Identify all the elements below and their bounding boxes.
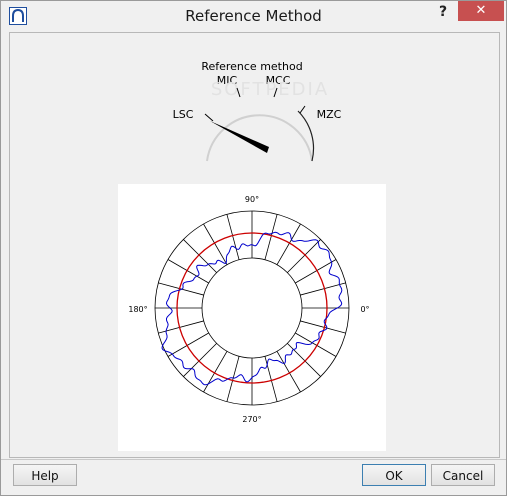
title-bar: Reference Method ? ✕: [1, 1, 506, 32]
angle-label-270: 270°: [242, 415, 261, 424]
ok-button[interactable]: OK: [362, 464, 426, 486]
radial-line: [276, 223, 301, 265]
inner-ring: [201, 257, 303, 359]
radial-line: [203, 223, 228, 265]
polar-plot-panel: 90° 180° 0° 270°: [118, 184, 386, 451]
radial-line: [203, 351, 228, 393]
radial-line: [167, 259, 209, 284]
dial-tick-mzc: [299, 105, 306, 114]
radial-lines: [155, 211, 349, 405]
dial-title: Reference method: [201, 60, 302, 73]
dial-label-mzc[interactable]: MZC: [317, 108, 342, 121]
dial-tick-lsc: [204, 113, 214, 122]
context-help-button[interactable]: ?: [435, 4, 451, 24]
reference-method-dialog: Reference Method ? ✕ Reference method MI…: [0, 0, 507, 496]
window-title: Reference Method: [185, 7, 322, 25]
radial-line: [167, 332, 209, 357]
dial-label-lsc[interactable]: LSC: [173, 108, 194, 121]
dialog-content: Reference method MIC MCC LSC MZC SOFTPED…: [9, 32, 500, 458]
dial-arc: [206, 114, 313, 162]
button-separator: [1, 459, 506, 460]
reference-method-dial[interactable]: Reference method MIC MCC LSC MZC SOFTPED…: [160, 43, 360, 193]
angle-label-90: 90°: [245, 195, 259, 204]
close-button[interactable]: ✕: [458, 1, 504, 21]
radial-line: [295, 259, 337, 284]
angle-label-0: 0°: [360, 305, 369, 314]
watermark-text: SOFTPEDIA: [211, 79, 329, 100]
cancel-button[interactable]: Cancel: [431, 464, 495, 486]
radial-line: [295, 332, 337, 357]
radial-line: [276, 351, 301, 393]
needle-pointer-icon: [210, 121, 269, 153]
polar-plot: 90° 180° 0° 270°: [128, 195, 369, 424]
help-button[interactable]: Help: [13, 464, 77, 486]
angle-label-180: 180°: [128, 305, 147, 314]
